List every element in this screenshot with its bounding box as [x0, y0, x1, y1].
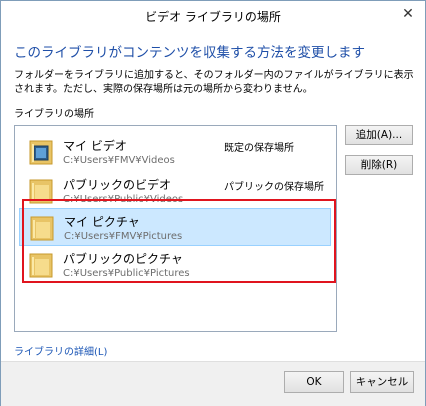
- ok-button[interactable]: OK: [284, 371, 344, 393]
- dialog-heading: このライブラリがコンテンツを収集する方法を変更します: [14, 45, 365, 61]
- location-item-public-pictures[interactable]: パブリックのピクチャ C:¥Users¥Public¥Pictures: [19, 246, 331, 284]
- remove-button[interactable]: 削除(R): [345, 155, 413, 175]
- video-folder-icon: [29, 140, 53, 165]
- location-status: パブリックの保存場所: [224, 182, 324, 193]
- locations-label: ライブラリの場所: [14, 109, 94, 120]
- window-title: ビデオ ライブラリの場所: [145, 10, 281, 24]
- location-path: C:¥Users¥FMV¥Pictures: [64, 231, 183, 242]
- location-path: C:¥Users¥FMV¥Videos: [63, 155, 175, 166]
- folder-icon: [29, 253, 53, 278]
- location-name: マイ ピクチャ: [64, 215, 140, 229]
- close-button[interactable]: ✕: [397, 5, 419, 23]
- folder-icon: [30, 216, 54, 241]
- location-path: C:¥Users¥Public¥Pictures: [63, 268, 190, 279]
- location-status: 既定の保存場所: [224, 143, 294, 154]
- location-item-my-pictures[interactable]: マイ ピクチャ C:¥Users¥FMV¥Pictures: [19, 208, 331, 246]
- folder-icon: [29, 179, 53, 204]
- location-name: パブリックのピクチャ: [63, 252, 183, 266]
- location-item-my-videos[interactable]: マイ ビデオ C:¥Users¥FMV¥Videos 既定の保存場所: [19, 133, 331, 171]
- title-bar[interactable]: ビデオ ライブラリの場所 ✕: [1, 1, 425, 29]
- cancel-button[interactable]: キャンセル: [350, 371, 414, 393]
- location-name: マイ ビデオ: [63, 139, 127, 153]
- library-details-link[interactable]: ライブラリの詳細(L): [14, 343, 107, 358]
- add-button[interactable]: 追加(A)...: [345, 125, 413, 145]
- library-locations-list[interactable]: マイ ビデオ C:¥Users¥FMV¥Videos 既定の保存場所 パブリック…: [14, 125, 337, 332]
- library-locations-dialog: ビデオ ライブラリの場所 ✕ このライブラリがコンテンツを収集する方法を変更しま…: [0, 0, 426, 406]
- dialog-description: フォルダーをライブラリに追加すると、そのフォルダー内のファイルがライブラリに表示…: [14, 70, 414, 95]
- location-path: C:¥Users¥Public¥Videos: [63, 194, 184, 205]
- close-icon: ✕: [402, 6, 414, 22]
- location-name: パブリックのビデオ: [63, 178, 172, 192]
- location-item-public-videos[interactable]: パブリックのビデオ C:¥Users¥Public¥Videos パブリックの保…: [19, 172, 331, 210]
